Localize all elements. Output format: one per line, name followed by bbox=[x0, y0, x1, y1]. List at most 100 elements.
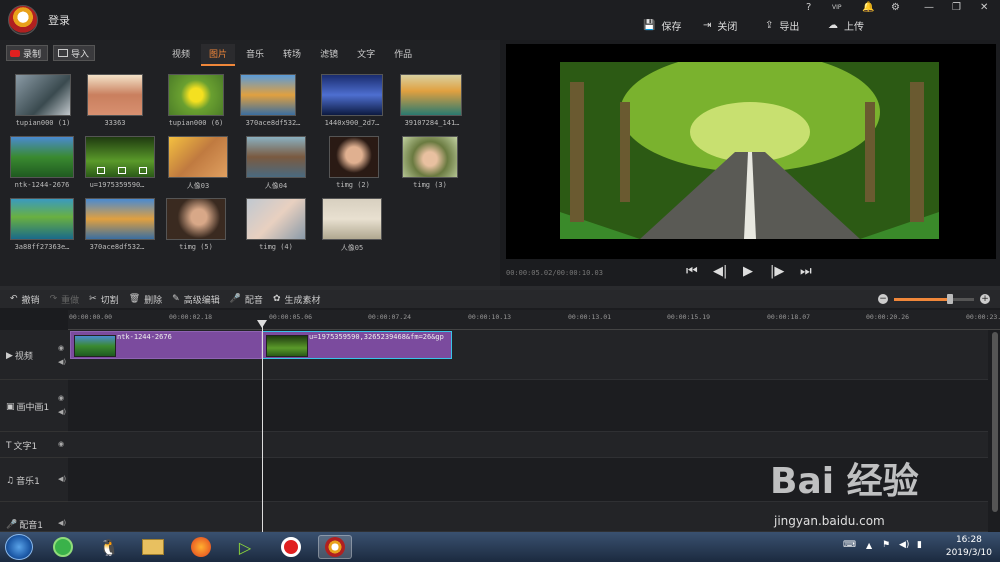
taskbar-app-editor[interactable] bbox=[318, 535, 352, 559]
close-button[interactable]: ⇥ 关闭 bbox=[703, 18, 737, 33]
eye-icon[interactable]: ◉ bbox=[58, 344, 64, 352]
export-button[interactable]: ⇪ 导出 bbox=[765, 18, 799, 33]
volume-icon[interactable]: ◀) bbox=[899, 540, 909, 550]
tab-music[interactable]: 音乐 bbox=[238, 44, 272, 66]
taskbar-app-explorer[interactable] bbox=[136, 535, 170, 559]
timeline-ruler[interactable]: 00:00:00.00 00:00:02.18 00:00:05.06 00:0… bbox=[68, 310, 1000, 330]
network-icon[interactable]: ▮ bbox=[917, 540, 922, 550]
upload-button[interactable]: ☁ 上传 bbox=[828, 18, 864, 33]
flag-icon[interactable]: ⚑ bbox=[882, 540, 890, 550]
vip-icon[interactable]: VIP bbox=[832, 4, 842, 11]
speaker-icon[interactable]: ◀) bbox=[58, 408, 66, 416]
clock-time: 16:28 bbox=[955, 535, 982, 545]
trash-icon[interactable] bbox=[139, 166, 148, 174]
track-lane-music[interactable] bbox=[68, 458, 988, 502]
tray-arrow-icon[interactable]: ▲ bbox=[866, 541, 872, 550]
playhead[interactable] bbox=[262, 320, 263, 532]
media-thumb[interactable] bbox=[322, 198, 382, 240]
media-thumb[interactable] bbox=[87, 74, 143, 116]
first-frame-icon[interactable]: ⏮ bbox=[686, 264, 698, 279]
last-frame-icon[interactable]: ⏭ bbox=[800, 264, 812, 279]
tab-image[interactable]: 图片 bbox=[201, 44, 236, 66]
zoom-slider[interactable] bbox=[894, 293, 974, 304]
scissors-icon: ✂ bbox=[89, 294, 97, 304]
media-thumb[interactable] bbox=[10, 136, 74, 178]
delete-button[interactable]: 🗑 删除 bbox=[129, 293, 162, 306]
track-head-music: ♫ 音乐1 ◀) bbox=[0, 458, 68, 502]
video-clip[interactable]: ntk-1244-2676 bbox=[70, 331, 262, 359]
media-thumb[interactable] bbox=[166, 198, 226, 240]
help-icon[interactable]: ? bbox=[806, 2, 811, 13]
taskbar-app-media[interactable]: ▷ bbox=[228, 535, 262, 559]
import-button[interactable]: 导入 bbox=[53, 45, 95, 61]
taskbar-app-360[interactable] bbox=[46, 535, 80, 559]
media-thumb[interactable] bbox=[15, 74, 71, 116]
gear-icon[interactable]: ⚙ bbox=[891, 2, 900, 13]
speaker-icon[interactable]: ◀) bbox=[58, 519, 66, 527]
media-thumb[interactable] bbox=[321, 74, 383, 116]
start-button[interactable] bbox=[5, 534, 33, 560]
zoom-out-icon[interactable]: − bbox=[878, 294, 888, 304]
media-thumb[interactable] bbox=[246, 198, 306, 240]
tab-transition[interactable]: 转场 bbox=[275, 44, 309, 66]
track-lane-pip[interactable] bbox=[68, 380, 988, 432]
track-lane-text[interactable] bbox=[68, 432, 988, 458]
text-track-icon: T bbox=[6, 440, 12, 451]
media-thumb[interactable] bbox=[85, 198, 155, 240]
generate-button[interactable]: ✿ 生成素材 bbox=[273, 293, 321, 306]
ruler-tick: 00:00:15.19 bbox=[667, 313, 711, 321]
minimize-icon[interactable]: — bbox=[924, 2, 934, 13]
save-button[interactable]: 💾 保存 bbox=[643, 18, 681, 33]
media-thumb[interactable] bbox=[400, 74, 462, 116]
media-label: timg (2) bbox=[336, 181, 370, 189]
media-thumb[interactable] bbox=[246, 136, 306, 178]
close-window-icon[interactable]: ✕ bbox=[980, 2, 988, 13]
playhead-marker[interactable] bbox=[257, 320, 267, 328]
media-thumb[interactable] bbox=[10, 198, 74, 240]
keyboard-icon[interactable]: ⌨ bbox=[843, 540, 856, 550]
tab-video[interactable]: 视频 bbox=[164, 44, 198, 66]
media-thumb[interactable] bbox=[329, 136, 379, 178]
maximize-icon[interactable]: ❐ bbox=[952, 2, 961, 13]
advanced-edit-button[interactable]: ✎ 高级编辑 bbox=[172, 293, 220, 306]
clock[interactable]: 16:28 2019/3/10 bbox=[946, 534, 992, 560]
redo-button[interactable]: ↷ 重做 bbox=[50, 293, 80, 306]
bell-icon[interactable]: 🔔 bbox=[862, 2, 874, 13]
taskbar-app-qq[interactable]: 🐧 bbox=[92, 535, 126, 559]
clip-label: u=1975359590,3265239468&fm=26&gp bbox=[309, 333, 444, 341]
media-thumb[interactable] bbox=[168, 74, 224, 116]
track-lane-dub[interactable] bbox=[68, 502, 988, 532]
tab-text[interactable]: 文字 bbox=[349, 44, 383, 66]
add-icon[interactable] bbox=[96, 166, 105, 174]
eye-icon[interactable]: ◉ bbox=[58, 440, 64, 448]
track-head-pip: ▣ 画中画1 ◉ ◀) bbox=[0, 380, 68, 432]
record-button[interactable]: 录制 bbox=[6, 45, 48, 61]
prev-frame-icon[interactable]: ◀| bbox=[713, 264, 727, 279]
timeline-scrollbar[interactable] bbox=[992, 332, 998, 512]
clip-label: ntk-1244-2676 bbox=[117, 333, 172, 341]
media-label: 370ace8df532… bbox=[89, 243, 145, 251]
ruler-tick: 00:00:10.13 bbox=[468, 313, 512, 321]
media-label: 39107284_141… bbox=[404, 119, 460, 127]
copy-icon[interactable] bbox=[117, 166, 126, 174]
video-clip-selected[interactable]: u=1975359590,3265239468&fm=26&gp bbox=[262, 331, 452, 359]
next-frame-icon[interactable]: |▶ bbox=[770, 264, 784, 279]
taskbar-app-firefox[interactable] bbox=[184, 535, 218, 559]
media-label: 人像04 bbox=[264, 182, 288, 190]
zoom-in-icon[interactable]: + bbox=[980, 294, 990, 304]
play-icon[interactable]: ▶ bbox=[743, 264, 753, 279]
eye-icon[interactable]: ◉ bbox=[58, 394, 64, 402]
taskbar-app-recorder[interactable] bbox=[274, 535, 308, 559]
dub-button[interactable]: 🎤 配音 bbox=[230, 293, 263, 306]
tab-filter[interactable]: 滤镜 bbox=[312, 44, 346, 66]
undo-icon: ↶ bbox=[10, 294, 18, 304]
media-thumb[interactable] bbox=[240, 74, 296, 116]
media-thumb[interactable] bbox=[168, 136, 228, 178]
login-link[interactable]: 登录 bbox=[48, 12, 70, 28]
tab-works[interactable]: 作品 bbox=[386, 44, 420, 66]
speaker-icon[interactable]: ◀) bbox=[58, 475, 66, 483]
media-thumb[interactable] bbox=[402, 136, 458, 178]
cut-button[interactable]: ✂ 切割 bbox=[89, 293, 119, 306]
speaker-icon[interactable]: ◀) bbox=[58, 358, 66, 366]
undo-button[interactable]: ↶ 撤销 bbox=[10, 293, 40, 306]
